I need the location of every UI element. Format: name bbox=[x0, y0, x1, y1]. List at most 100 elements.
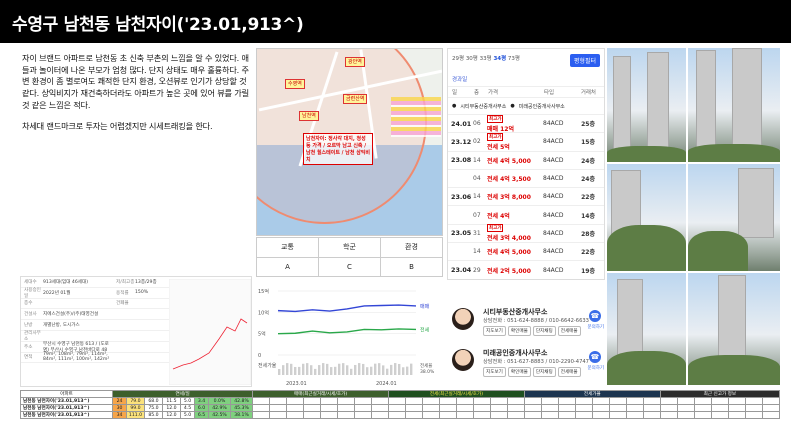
agent-card[interactable]: 미래공인중개사사무소 상담전화 : 051-627-8883 / 010-229… bbox=[447, 345, 605, 386]
apartment-photo[interactable] bbox=[607, 164, 686, 271]
area-tab[interactable]: 33평 bbox=[480, 56, 492, 62]
table-header: 전세가율 bbox=[523, 390, 661, 398]
map-callout-station[interactable]: 광안역 bbox=[345, 57, 365, 67]
table-cell-empty bbox=[608, 411, 627, 419]
description-paragraph-1: 자이 브랜드 아파트로 남천동 초 신축 부촌의 느낌을 알 수 있었다. 애들… bbox=[22, 53, 249, 110]
map-callout-station[interactable]: 남천역 bbox=[299, 111, 319, 121]
table-cell-empty bbox=[269, 397, 288, 405]
table-cell: 11.5 bbox=[162, 397, 181, 405]
listing-rows: 24.01 06 최고가 매매 12억 84ACD 25층 23.12 02 최고가 전세 5억 8… bbox=[448, 114, 604, 279]
chart-bar bbox=[410, 363, 413, 375]
table-header: 전세(최근실거래/시세/호가) bbox=[387, 390, 525, 398]
table-row[interactable]: 남천동 남천자이('23.01,913^) 24 79.0 68.0 11.5 5.0 3.… bbox=[20, 397, 781, 405]
agent-listing-button[interactable]: 확인매물 bbox=[507, 367, 531, 377]
detail-key: 층수 bbox=[24, 301, 33, 307]
agency-filter[interactable]: ● 시티부동산중개사무소 ● 미래공인중개사사무소 bbox=[448, 98, 604, 115]
chart-bar bbox=[338, 363, 341, 375]
chart-bar bbox=[306, 363, 309, 375]
row-floor: 06 bbox=[473, 120, 481, 128]
row-price: 전세 4억 5,000 bbox=[487, 156, 543, 165]
table-cell-empty bbox=[727, 411, 746, 419]
agent-jeonse-button[interactable]: 전세매물 bbox=[557, 326, 581, 336]
chart-bar bbox=[354, 364, 357, 375]
table-cell-empty bbox=[252, 404, 271, 412]
record-high-badge: 최고가 bbox=[487, 132, 504, 141]
agent-map-button[interactable]: 지도보기 bbox=[483, 326, 506, 336]
agent-chat-button[interactable]: 단지채팅 bbox=[532, 326, 556, 336]
table-row[interactable]: 남천동 남천자이('23.01,913^) 30 99.0 75.0 12.0 4.5 6.… bbox=[20, 404, 781, 412]
map-note: 남천자이: 정사각 대지, 청성 등 가격 / 오르막 남고 신축 / 남천 힐… bbox=[303, 133, 373, 165]
table-cell-empty bbox=[404, 404, 423, 412]
table-cell-name: 남천동 남천자이('23.01,913^) bbox=[20, 404, 113, 412]
map-callout-station[interactable]: 금련산역 bbox=[343, 94, 368, 104]
apartment-photo[interactable] bbox=[607, 273, 686, 385]
chart-bar-label: 전세가율 bbox=[258, 362, 277, 369]
transaction-row[interactable]: 07 전세 4억 84ACD 14층 bbox=[448, 206, 604, 225]
transaction-row[interactable]: 04 전세 4억 3,500 84ACD 24층 bbox=[448, 170, 604, 189]
row-floor: 31 bbox=[473, 229, 481, 237]
filter-button[interactable]: 평형필터 bbox=[569, 54, 600, 67]
area-tab[interactable]: 30평 bbox=[466, 56, 478, 62]
detail-value: 13층/29층 bbox=[135, 279, 157, 285]
apartment-photo[interactable] bbox=[688, 164, 780, 271]
table-cell-empty bbox=[252, 411, 271, 419]
map-callout-station[interactable]: 수영역 bbox=[285, 79, 305, 89]
agency-chip[interactable]: 시티부동산중개사무소 bbox=[460, 103, 506, 110]
row-type: 84ACD bbox=[543, 193, 564, 201]
chart-rate-label: 전세율 bbox=[420, 362, 432, 369]
tree-shape bbox=[688, 355, 780, 385]
agency-chip[interactable]: 미래공인중개사사무소 bbox=[519, 103, 565, 110]
apartment-photo[interactable] bbox=[688, 48, 780, 162]
table-row[interactable]: 남천동 남천자이('23.01,913^) 34 111.0 85.0 12.0 5.0 6… bbox=[20, 411, 781, 419]
chart-series-line bbox=[277, 304, 417, 313]
header-type: 타입 bbox=[544, 90, 555, 96]
table-cell-empty bbox=[387, 411, 406, 419]
agent-map-button[interactable]: 지도보기 bbox=[483, 367, 506, 377]
agent-chat-button[interactable]: 단지채팅 bbox=[532, 367, 556, 377]
agent-jeonse-button[interactable]: 전세매물 bbox=[557, 367, 581, 377]
location-map[interactable]: 광안역 금련산역 남천역 수영역 남천자이: 정사각 대지, 청성 등 가격 /… bbox=[256, 48, 443, 236]
table-cell-empty bbox=[404, 411, 423, 419]
table-cell-empty bbox=[371, 397, 389, 405]
phone-icon[interactable]: ☎ bbox=[589, 351, 601, 363]
transaction-row[interactable]: 23.05 31 최고가 전세 3억 4,000 84ACD 28층 bbox=[448, 224, 604, 244]
area-tab[interactable]: 29평 bbox=[452, 56, 464, 62]
table-cell-empty bbox=[455, 397, 474, 405]
chart-y-tick: 15억 bbox=[258, 288, 269, 295]
area-size-tabs[interactable]: 29평 30평 33평 34평 73평 bbox=[452, 54, 520, 62]
area-tab[interactable]: 73평 bbox=[508, 56, 520, 62]
transaction-row[interactable]: 23.04 29 전세 2억 5,000 84ACD 19층 bbox=[448, 261, 604, 279]
transaction-row[interactable]: 23.12 02 최고가 전세 5억 84ACD 15층 bbox=[448, 132, 604, 152]
transaction-row[interactable]: 23.08 14 전세 4억 5,000 84ACD 24층 bbox=[448, 152, 604, 170]
table-cell-empty bbox=[337, 411, 356, 419]
row-floor: 07 bbox=[473, 211, 481, 219]
table-cell: 111.0 bbox=[126, 411, 145, 419]
table-cell-empty bbox=[744, 397, 763, 405]
sort-selector[interactable]: 경과일 bbox=[448, 75, 604, 87]
row-floor: 02 bbox=[473, 138, 481, 146]
table-cell-empty bbox=[472, 404, 491, 412]
apartment-photo[interactable] bbox=[688, 273, 780, 385]
apartment-photo[interactable] bbox=[607, 48, 686, 162]
chart-bar bbox=[402, 367, 405, 375]
chart-bar bbox=[398, 363, 401, 375]
row-type: 84ACD bbox=[543, 156, 564, 164]
transaction-row[interactable]: 24.01 06 최고가 매매 12억 84ACD 25층 bbox=[448, 114, 604, 134]
detail-key: 난방 bbox=[24, 323, 33, 329]
transaction-row[interactable]: 14 전세 4억 5,000 84ACD 22층 bbox=[448, 243, 604, 262]
chart-bar bbox=[310, 365, 313, 375]
agent-listing-button[interactable]: 확인매물 bbox=[507, 326, 531, 336]
table-cell: 42.5% bbox=[208, 411, 231, 419]
agent-card[interactable]: 시티부동산중개사무소 상담전화 : 051-624-8888 / 010-664… bbox=[447, 304, 605, 345]
phone-icon[interactable]: ☎ bbox=[589, 310, 601, 322]
agent-call-label[interactable]: 문의하기 bbox=[587, 365, 604, 371]
agent-call-label[interactable]: 문의하기 bbox=[587, 324, 604, 330]
table-cell-empty bbox=[710, 397, 729, 405]
table-cell: 38.1% bbox=[229, 411, 254, 419]
transaction-row[interactable]: 23.06 14 전세 3억 8,000 84ACD 22층 bbox=[448, 188, 604, 207]
row-price: 최고가 전세 5억 bbox=[487, 132, 543, 151]
area-tab-selected[interactable]: 34평 bbox=[493, 56, 506, 62]
row-date: 24.01 bbox=[451, 119, 472, 128]
row-floor-count: 24층 bbox=[581, 176, 595, 184]
chart-bar bbox=[282, 365, 285, 375]
